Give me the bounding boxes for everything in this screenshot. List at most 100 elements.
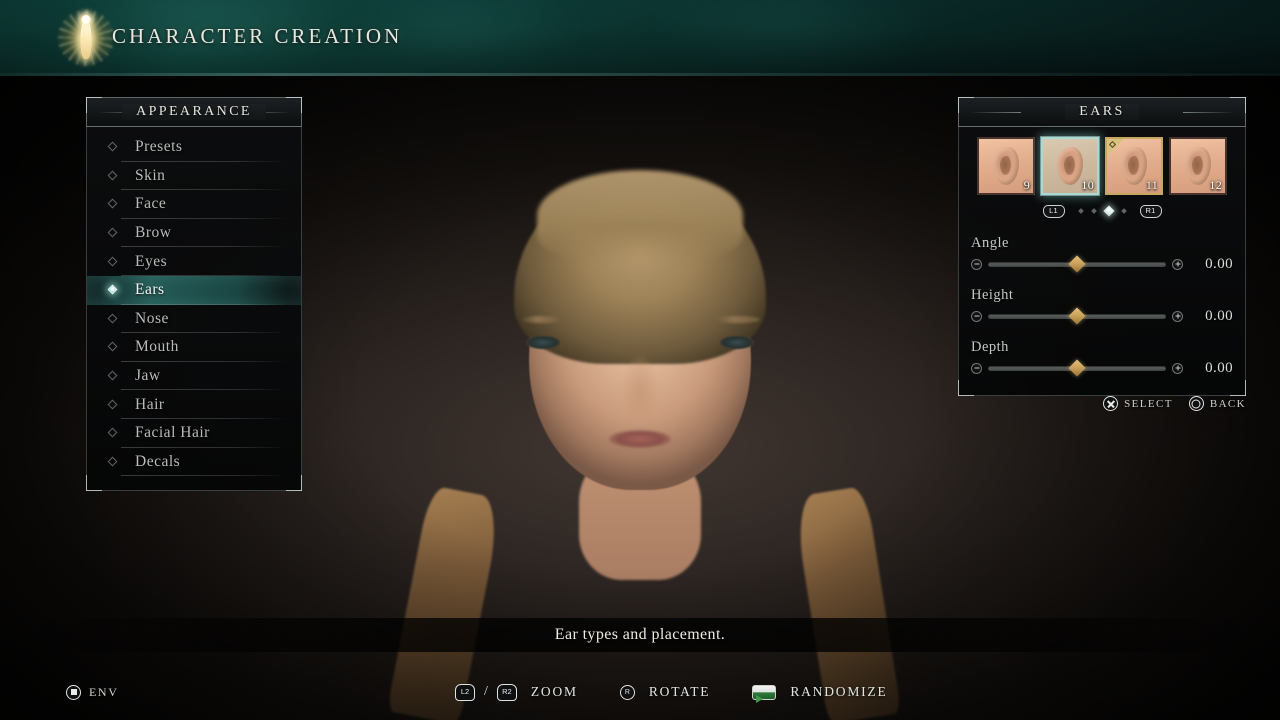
page-title: CHARACTER CREATION: [112, 24, 403, 48]
page-dot-3[interactable]: [1102, 205, 1115, 217]
rotate-prompt[interactable]: R ROTATE: [619, 684, 710, 700]
sidebar-item-face[interactable]: Face: [87, 190, 301, 219]
sidebar-item-label: Decals: [135, 452, 181, 470]
slider-handle[interactable]: [1068, 359, 1086, 377]
sidebar-item-label: Ears: [135, 281, 165, 299]
sidebar-item-nose[interactable]: Nose: [87, 305, 301, 334]
slider-increase-button[interactable]: [1172, 362, 1183, 374]
page-dot-2[interactable]: [1090, 208, 1097, 214]
appearance-panel-title: APPEARANCE: [122, 104, 266, 120]
slider-angle: Angle 0.00: [971, 235, 1233, 273]
diamond-bullet-icon: [107, 284, 118, 295]
slider-increase-button[interactable]: [1172, 258, 1183, 270]
ear-thumbnail-row: 9 10 11 12: [971, 137, 1233, 195]
frame-corner-tr: [1230, 97, 1246, 113]
slider-row: 0.00: [971, 255, 1233, 273]
ear-thumbnail-10[interactable]: 10: [1041, 137, 1099, 195]
diamond-bullet-icon: [107, 370, 118, 381]
ear-thumbnail-12[interactable]: 12: [1169, 137, 1227, 195]
frame-corner-br: [1230, 380, 1246, 396]
diamond-bullet-icon: [107, 141, 118, 152]
cross-button-icon: [1103, 396, 1119, 411]
r3-stick-icon: R: [619, 684, 635, 700]
ears-panel-header: EARS: [958, 97, 1246, 127]
slider-decrease-button[interactable]: [971, 258, 982, 270]
ear-icon: [1057, 147, 1083, 185]
slider-row: 0.00: [971, 359, 1233, 377]
frame-corner-bl: [86, 475, 102, 492]
sidebar-item-decals[interactable]: Decals: [87, 448, 301, 477]
sidebar-item-brow[interactable]: Brow: [87, 219, 301, 248]
sidebar-item-skin[interactable]: Skin: [87, 162, 301, 191]
select-prompt[interactable]: SELECT: [1103, 396, 1173, 411]
page-dot-4[interactable]: [1120, 208, 1127, 214]
zoom-prompt[interactable]: L2 / R2 ZOOM: [455, 683, 578, 701]
sidebar-item-label: Eyes: [135, 252, 168, 270]
r1-bumper-icon[interactable]: R1: [1139, 204, 1162, 218]
env-prompt-label: ENV: [89, 684, 119, 699]
randomize-label: RANDOMIZE: [790, 684, 888, 699]
diamond-bullet-icon: [107, 427, 118, 438]
menu-item-divider: [121, 475, 287, 477]
sidebar-item-label: Jaw: [135, 367, 161, 385]
slider-track[interactable]: [988, 307, 1166, 325]
r2-trigger-icon: R2: [496, 683, 517, 701]
diamond-bullet-icon: [107, 199, 118, 209]
select-prompt-label: SELECT: [1124, 397, 1173, 410]
logo-head: [81, 15, 91, 24]
ear-thumbnail-number: 9: [1023, 178, 1030, 192]
sidebar-item-label: Hair: [135, 395, 165, 413]
l2-trigger-icon: L2: [455, 683, 475, 701]
slider-label: Height: [971, 287, 1014, 303]
ear-thumbnail-number: 12: [1209, 178, 1222, 192]
slider-label: Angle: [971, 235, 1009, 251]
back-prompt[interactable]: BACK: [1188, 396, 1246, 411]
diamond-bullet-icon: [107, 170, 118, 181]
slider-height: Height 0.00: [971, 287, 1233, 325]
frame-corner-bl: [958, 380, 974, 396]
env-prompt[interactable]: ENV: [66, 684, 119, 700]
ear-icon: [1185, 147, 1211, 185]
sidebar-item-hair[interactable]: Hair: [87, 390, 301, 419]
sidebar-item-facial-hair[interactable]: Facial Hair: [87, 419, 301, 448]
slider-decrease-button[interactable]: [971, 362, 982, 374]
page-dots: [1077, 205, 1127, 217]
tooltip-text: Ear types and placement.: [554, 626, 726, 643]
slider-handle[interactable]: [1068, 255, 1086, 273]
diamond-bullet-icon: [107, 256, 118, 267]
slider-track[interactable]: [988, 359, 1166, 377]
action-prompts: L2 / R2 ZOOM R ROTATE RANDOMIZE: [455, 683, 888, 703]
touchpad-icon: [752, 684, 777, 703]
ear-thumbnail-9[interactable]: 9: [977, 137, 1035, 195]
ear-thumbnail-11[interactable]: 11: [1105, 137, 1163, 195]
page-dot-1[interactable]: [1077, 208, 1084, 214]
slider-increase-button[interactable]: [1172, 310, 1183, 322]
sidebar-item-label: Mouth: [135, 338, 179, 356]
slider-handle[interactable]: [1068, 307, 1086, 325]
diamond-bullet-icon: [107, 342, 118, 352]
diamond-bullet-icon: [107, 456, 118, 467]
sidebar-item-jaw[interactable]: Jaw: [87, 362, 301, 391]
bottom-control-bar: ENV L2 / R2 ZOOM R ROTATE RANDOMIZE: [0, 664, 1280, 720]
sidebar-item-eyes[interactable]: Eyes: [87, 247, 301, 276]
slider-label: Depth: [971, 339, 1009, 355]
randomize-prompt[interactable]: RANDOMIZE: [752, 684, 888, 703]
ear-icon: [1121, 147, 1147, 185]
appearance-menu-list: Presets Skin Face Brow Eyes Ears Nose Mouth Jaw H…: [86, 127, 302, 492]
ear-pagination: L1 R1: [971, 203, 1233, 219]
diamond-bullet-icon: [107, 399, 118, 410]
sidebar-item-label: Presets: [135, 138, 183, 156]
sidebar-item-label: Facial Hair: [135, 424, 210, 442]
slider-value: 0.00: [1205, 359, 1233, 376]
l1-bumper-icon[interactable]: L1: [1042, 204, 1065, 218]
slider-decrease-button[interactable]: [971, 310, 982, 322]
slider-row: 0.00: [971, 307, 1233, 325]
slider-track[interactable]: [988, 255, 1166, 273]
tooltip-bar: Ear types and placement.: [0, 618, 1280, 652]
banner-mist-3: [640, 0, 940, 66]
sidebar-item-presets[interactable]: Presets: [87, 133, 301, 162]
ears-panel-body: 9 10 11 12 L1 R1 Angle 0.00 Height 0.00 Depth 0.…: [958, 127, 1246, 396]
header-banner: CHARACTER CREATION: [0, 0, 1280, 76]
sidebar-item-ears[interactable]: Ears: [87, 275, 301, 305]
sidebar-item-mouth[interactable]: Mouth: [87, 333, 301, 362]
